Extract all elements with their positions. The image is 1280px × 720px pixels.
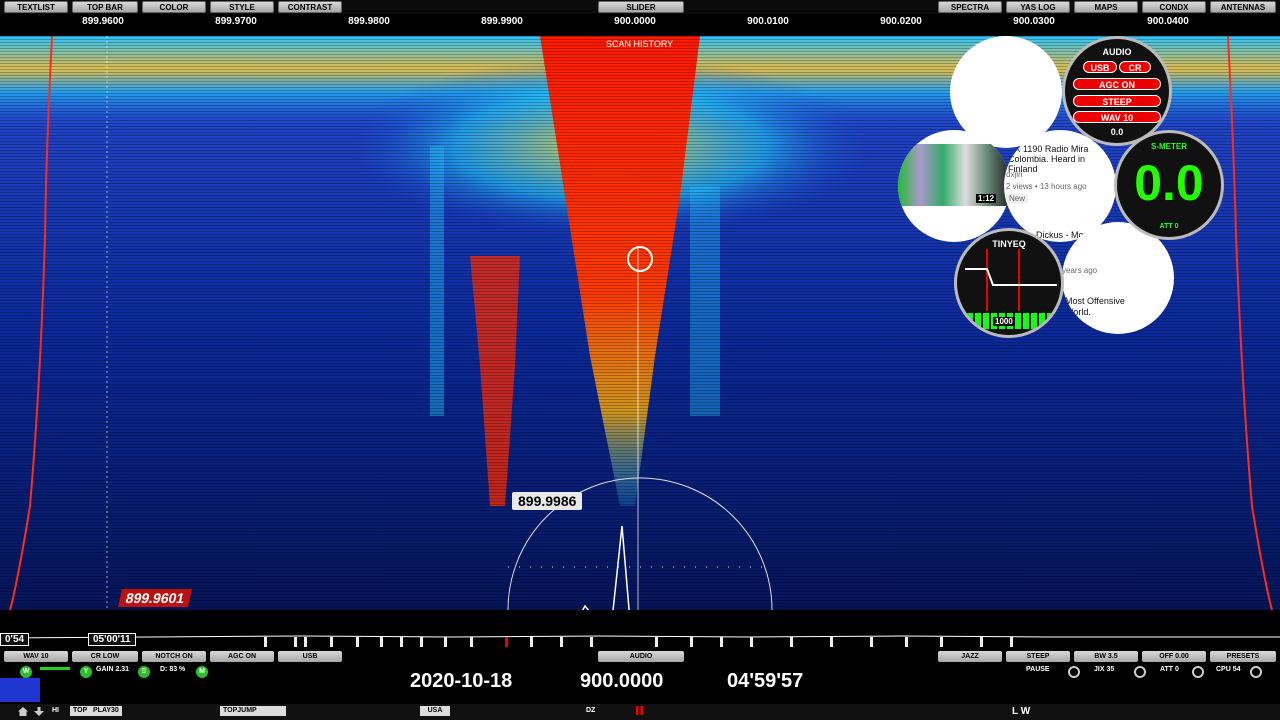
textlist-button[interactable]: TEXTLIST: [4, 1, 68, 13]
freq-label: 899.9600: [82, 16, 124, 27]
maps-button[interactable]: MAPS: [1074, 1, 1138, 13]
freq-label: 900.0000: [614, 16, 656, 27]
mode-button[interactable]: USB: [278, 651, 342, 662]
audio-wav-button[interactable]: WAV 10: [1073, 111, 1161, 123]
yas-log-button[interactable]: YAS LOG: [1006, 1, 1070, 13]
audio-button[interactable]: AUDIO: [598, 651, 684, 662]
video-meta: 2 views • 13 hours ago: [1006, 182, 1087, 191]
spectra-button[interactable]: SPECTRA: [938, 1, 1002, 13]
tinyeq-panel[interactable]: TINYEQ 1000: [954, 228, 1064, 338]
audio-cr-button[interactable]: CR: [1119, 61, 1151, 73]
jix-readout: JIX 35: [1094, 666, 1115, 673]
badge-w[interactable]: W: [20, 666, 32, 678]
slider-button[interactable]: SLIDER: [598, 1, 684, 13]
antennas-button[interactable]: ANTENNAS: [1210, 1, 1276, 13]
cursor-frequency-readout: 899.9986: [512, 492, 583, 510]
audio-steep-button[interactable]: STEEP: [1073, 95, 1161, 107]
frequency-marker-flag[interactable]: 899.9601: [118, 589, 193, 607]
lw-label[interactable]: L W: [1012, 706, 1030, 717]
hi-label[interactable]: HI: [52, 707, 59, 714]
frequency-scale[interactable]: 899.9600 899.9700 899.9800 899.9900 900.…: [0, 14, 1280, 34]
freq-label: 900.0200: [880, 16, 922, 27]
video-new-badge: New: [1006, 194, 1029, 203]
freq-label: 900.0100: [747, 16, 789, 27]
audio-panel-title: AUDIO: [1102, 47, 1132, 57]
color-button[interactable]: COLOR: [142, 1, 206, 13]
pause-icon[interactable]: [636, 706, 643, 715]
att-readout: ATT 0: [1160, 666, 1179, 673]
s-meter-panel[interactable]: S-METER 0.0 ATT 0: [1114, 130, 1224, 240]
s-meter-title: S-METER: [1151, 142, 1187, 151]
cr-low-button[interactable]: CR LOW: [72, 651, 138, 662]
timeline-time-left: 0'54: [0, 633, 30, 646]
wav-button[interactable]: WAV 10: [4, 651, 68, 662]
home-icon[interactable]: [18, 707, 28, 716]
cpu-readout: CPU 54: [1216, 666, 1241, 673]
att-star-icon[interactable]: [1192, 666, 1204, 678]
notch-button[interactable]: NOTCH ON: [142, 651, 206, 662]
status-date: 2020-10-18: [410, 670, 513, 692]
condx-button[interactable]: CONDX: [1142, 1, 1206, 13]
freq-label: 899.9700: [215, 16, 257, 27]
pause-label[interactable]: PAUSE: [1026, 666, 1050, 673]
scan-history-label[interactable]: SCAN HISTORY: [606, 39, 673, 49]
timeline-time-mid: 05'00'11: [88, 633, 136, 646]
video-meta-2: years ago: [1062, 266, 1098, 275]
timeline-bar[interactable]: [0, 632, 1280, 648]
freq-label: 899.9800: [348, 16, 390, 27]
offset-button[interactable]: OFF 0.00: [1142, 651, 1206, 662]
d-readout: D: 83 %: [160, 666, 186, 673]
download-icon[interactable]: [34, 707, 44, 716]
audio-usb-button[interactable]: USB: [1083, 61, 1117, 73]
freq-label: 900.0400: [1147, 16, 1189, 27]
freq-label: 899.9900: [481, 16, 523, 27]
pause-knob-icon[interactable]: [1068, 666, 1080, 678]
topjump-button[interactable]: TOPJUMP: [220, 706, 286, 716]
tinyeq-value: 1000: [993, 317, 1015, 326]
dz-label[interactable]: DZ: [586, 707, 595, 714]
audio-panel[interactable]: AUDIO USB CR AGC ON STEEP WAV 10 0.0: [1062, 36, 1172, 146]
play30-button[interactable]: PLAY30: [90, 706, 122, 716]
top-button-bar: TEXTLIST TOP BAR COLOR STYLE CONTRAST SL…: [0, 0, 1280, 14]
steep-button[interactable]: STEEP: [1006, 651, 1070, 662]
s-meter-value: 0.0: [1134, 155, 1204, 211]
badge-m[interactable]: M: [196, 666, 208, 678]
country-button[interactable]: USA: [420, 706, 450, 716]
agc-button[interactable]: AGC ON: [210, 651, 274, 662]
video-duration: 1:12: [976, 194, 997, 203]
badge-s[interactable]: S: [138, 666, 150, 678]
cpu-knob-icon[interactable]: [1250, 666, 1262, 678]
top-button[interactable]: TOP: [70, 706, 91, 716]
jix-knob-icon[interactable]: [1134, 666, 1146, 678]
video-title-1[interactable]: DX 1190 Radio Mira Colombia. Heard in Fi…: [1008, 144, 1112, 174]
contrast-button[interactable]: CONTRAST: [278, 1, 342, 13]
style-button[interactable]: STYLE: [210, 1, 274, 13]
timeline-trace: [0, 635, 1280, 639]
gain-readout: GAIN 2.31: [96, 666, 130, 673]
audio-agc-button[interactable]: AGC ON: [1073, 78, 1161, 90]
s-meter-att: ATT 0: [1159, 223, 1179, 230]
level-meter-bars: [0, 664, 72, 704]
top-bar-button[interactable]: TOP BAR: [72, 1, 138, 13]
video-channel[interactable]: dxjln: [1006, 170, 1022, 179]
badge-y[interactable]: Y: [80, 666, 92, 678]
freq-label: 900.0300: [1013, 16, 1055, 27]
status-frequency: 900.0000: [580, 670, 664, 692]
jazz-button[interactable]: JAZZ: [938, 651, 1002, 662]
video-title-3[interactable]: Most Offensive World.: [1065, 296, 1135, 318]
presets-button[interactable]: PRESETS: [1210, 651, 1276, 662]
status-time: 04'59'57: [727, 670, 804, 692]
video-thumbnail-circle[interactable]: 1:12: [898, 130, 1010, 242]
bandwidth-button[interactable]: BW 3.5: [1074, 651, 1138, 662]
